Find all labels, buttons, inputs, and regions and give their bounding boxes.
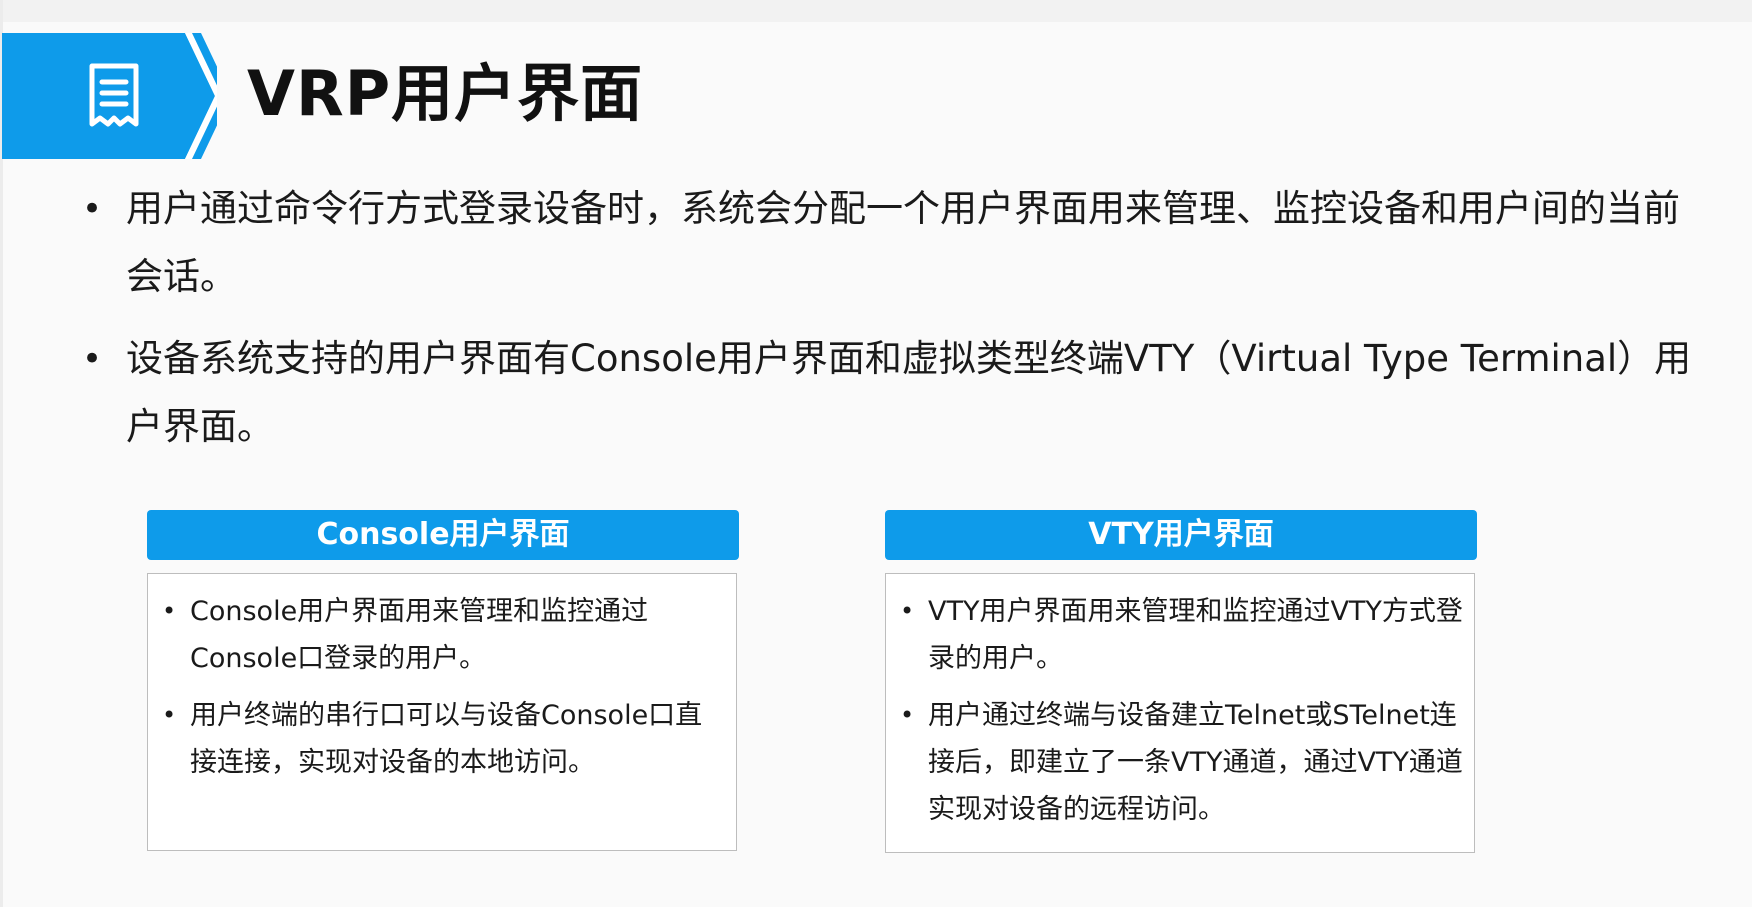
vty-card: VTY用户界面 • VTY用户界面用来管理和监控通过VTY方式登录的用户。 • … [885, 510, 1477, 853]
card-list-item: • VTY用户界面用来管理和监控通过VTY方式登录的用户。 [896, 588, 1464, 682]
card-item-text: 用户通过终端与设备建立Telnet或STelnet连接后，即建立了一条VTY通道… [928, 700, 1463, 825]
bullet-dot-icon: • [82, 339, 103, 379]
bullet-item: • 设备系统支持的用户界面有Console用户界面和虚拟类型终端VTY（Virt… [80, 325, 1700, 461]
bullet-dot-icon: • [900, 701, 915, 729]
card-title: Console用户界面 [147, 510, 739, 560]
slide-title: VRP用户界面 [247, 57, 644, 130]
card-body: • Console用户界面用来管理和监控通过Console口登录的用户。 • 用… [147, 573, 737, 851]
card-item-text: VTY用户界面用来管理和监控通过VTY方式登录的用户。 [928, 596, 1463, 674]
card-body: • VTY用户界面用来管理和监控通过VTY方式登录的用户。 • 用户通过终端与设… [885, 573, 1475, 853]
bullet-dot-icon: • [162, 597, 177, 625]
main-bullet-list: • 用户通过命令行方式登录设备时，系统会分配一个用户界面用来管理、监控设备和用户… [80, 175, 1700, 475]
card-item-text: Console用户界面用来管理和监控通过Console口登录的用户。 [190, 596, 649, 674]
console-card: Console用户界面 • Console用户界面用来管理和监控通过Consol… [147, 510, 739, 851]
bullet-item: • 用户通过命令行方式登录设备时，系统会分配一个用户界面用来管理、监控设备和用户… [80, 175, 1700, 311]
bullet-text: 用户通过命令行方式登录设备时，系统会分配一个用户界面用来管理、监控设备和用户间的… [126, 187, 1680, 298]
card-item-text: 用户终端的串行口可以与设备Console口直接连接，实现对设备的本地访问。 [190, 700, 703, 778]
bullet-dot-icon: • [162, 701, 177, 729]
top-strip [0, 0, 1752, 22]
card-list-item: • Console用户界面用来管理和监控通过Console口登录的用户。 [158, 588, 726, 682]
document-icon [86, 62, 142, 132]
card-list-item: • 用户通过终端与设备建立Telnet或STelnet连接后，即建立了一条VTY… [896, 692, 1464, 833]
card-title: VTY用户界面 [885, 510, 1477, 560]
bullet-dot-icon: • [82, 189, 103, 229]
card-list-item: • 用户终端的串行口可以与设备Console口直接连接，实现对设备的本地访问。 [158, 692, 726, 786]
bullet-dot-icon: • [900, 597, 915, 625]
bullet-text: 设备系统支持的用户界面有Console用户界面和虚拟类型终端VTY（Virtua… [126, 337, 1692, 448]
